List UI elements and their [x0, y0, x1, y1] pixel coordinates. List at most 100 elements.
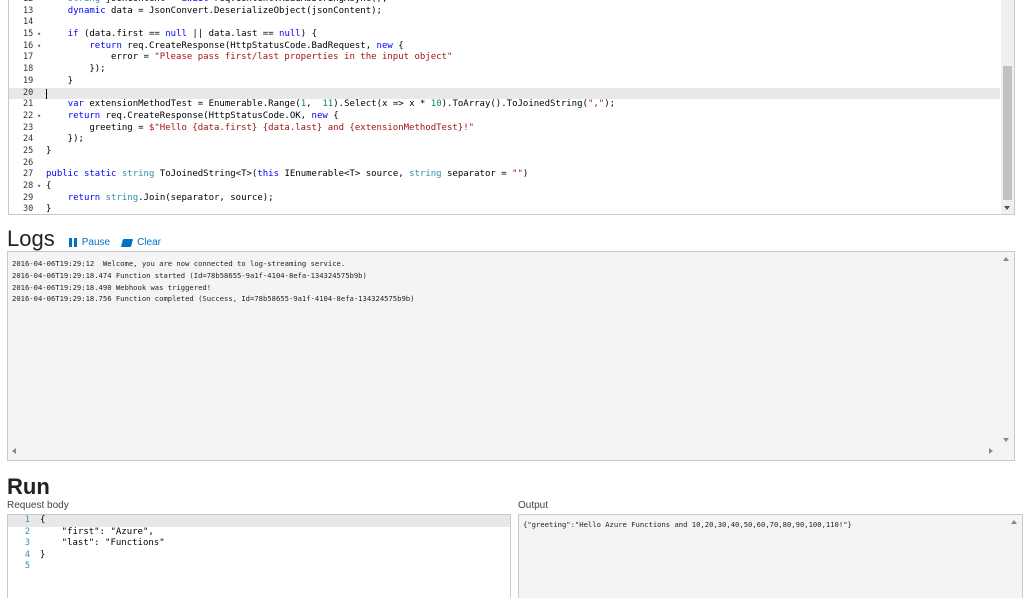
line-number: 2 — [24, 526, 30, 537]
request-line[interactable]: 4} — [8, 550, 510, 562]
code-text: } — [46, 204, 52, 215]
code-text: dynamic data = JsonConvert.DeserializeOb… — [67, 5, 382, 16]
scroll-left-arrow-icon[interactable] — [12, 448, 16, 454]
code-text: public static string ToJoinedString<T>(t… — [46, 169, 529, 180]
request-line[interactable]: 2 "first": "Azure", — [8, 527, 510, 539]
code-line[interactable]: 30} — [9, 204, 1000, 215]
line-number: 17 — [23, 52, 34, 63]
code-line[interactable]: 20 — [9, 87, 1000, 100]
code-text: } — [46, 145, 52, 156]
code-line[interactable]: 16 ▾ return req.CreateResponse(HttpStatus… — [9, 41, 1000, 53]
code-text: greeting = $"Hello {data.first} {data.la… — [46, 122, 475, 133]
fold-toggle-icon[interactable]: ▾ — [37, 111, 41, 123]
eraser-icon — [121, 238, 134, 247]
line-number: 25 — [23, 145, 34, 156]
code-text: }); — [46, 64, 106, 75]
fold-toggle-icon[interactable]: ▾ — [37, 29, 41, 41]
line-number: 3 — [24, 538, 30, 549]
code-line[interactable]: 18 }); — [9, 64, 1000, 76]
output-label: Output — [518, 500, 549, 511]
code-line[interactable]: 24 }); — [9, 134, 1000, 146]
code-line[interactable]: 13 dynamic data = JsonConvert.Deserializ… — [9, 6, 1000, 18]
line-number: 4 — [24, 549, 30, 560]
code-line[interactable]: 29 return string.Join(separator, source)… — [9, 193, 1000, 205]
code-line[interactable]: 26 — [9, 158, 1000, 170]
line-number: 29 — [23, 192, 34, 203]
text-cursor — [46, 88, 47, 99]
line-number: 16 ▾ — [23, 40, 42, 53]
scroll-up-arrow-icon[interactable] — [1011, 520, 1017, 524]
output-panel: {"greeting":"Hello Azure Functions and 1… — [518, 514, 1023, 598]
request-line[interactable]: 1{ — [8, 515, 510, 527]
request-text: "last": "Functions" — [40, 538, 165, 549]
code-text: error = "Please pass first/last properti… — [46, 52, 453, 63]
log-stream-panel[interactable]: 2016-04-06T19:29:12 Welcome, you are now… — [7, 251, 1015, 461]
log-entry: 2016-04-06T19:29:18.474 Function started… — [12, 270, 367, 280]
log-entry: 2016-04-06T19:29:12 Welcome, you are now… — [12, 259, 346, 268]
code-line[interactable]: 25} — [9, 146, 1000, 158]
line-number: 14 — [23, 17, 34, 28]
code-text: return string.Join(separator, source); — [67, 192, 274, 203]
request-body-label: Request body — [7, 500, 69, 511]
code-line[interactable]: 27 public static string ToJoinedString<T>… — [9, 169, 1000, 181]
line-number: 15 ▾ — [23, 29, 42, 41]
log-entries: 2016-04-06T19:29:12 Welcome, you are now… — [12, 258, 414, 305]
line-number: 27 — [23, 169, 34, 180]
clear-label: Clear — [137, 237, 161, 248]
request-text: } — [40, 549, 46, 560]
pause-icon — [68, 238, 77, 247]
line-number: 22 ▾ — [23, 110, 42, 123]
line-number: 1 — [24, 515, 30, 525]
line-number: 26 — [23, 157, 34, 168]
code-line[interactable]: 19 } — [9, 76, 1000, 88]
line-number: 30 — [23, 204, 34, 215]
pause-button[interactable]: Pause — [68, 237, 111, 248]
line-number: 5 — [24, 561, 30, 572]
scroll-down-arrow-icon[interactable] — [1004, 206, 1010, 210]
code-line[interactable]: 17 error = "Please pass first/last prope… — [9, 52, 1000, 64]
code-text: }); — [46, 134, 84, 145]
editor-scroll-thumb[interactable] — [1003, 66, 1012, 200]
code-line[interactable]: 21 var extensionMethodTest = Enumerable.… — [9, 99, 1000, 111]
log-entry: 2016-04-06T19:29:18.490 Webhook was trig… — [12, 282, 212, 292]
code-text: return req.CreateResponse(HttpStatusCode… — [67, 110, 339, 121]
pause-label: Pause — [81, 237, 111, 248]
scroll-up-arrow-icon[interactable] — [1003, 257, 1009, 261]
logs-header: Logs Pause Clear — [7, 225, 161, 251]
line-number: 18 — [23, 64, 34, 75]
request-text: { — [40, 515, 46, 525]
code-line[interactable]: 23 greeting = $"Hello {data.first} {data… — [9, 123, 1000, 135]
line-number: 23 — [23, 122, 34, 133]
request-text: "first": "Azure", — [40, 526, 154, 537]
line-number: 28 ▾ — [23, 181, 42, 193]
line-number: 13 — [23, 5, 34, 16]
code-editor[interactable]: 12 string jsonContent = await req.Conten… — [8, 0, 1015, 215]
code-line[interactable]: 28 ▾ { — [9, 181, 1000, 193]
code-line[interactable]: 14 — [9, 17, 1000, 29]
code-line[interactable]: 15 ▾ if (data.first == null || data.last … — [9, 29, 1000, 41]
line-number: 24 — [23, 134, 34, 145]
request-line[interactable]: 5 — [8, 561, 510, 573]
request-body-editor[interactable]: 1{2 "first": "Azure", 3 "last": "Function… — [7, 514, 511, 598]
code-text: if (data.first == null || data.last == n… — [67, 29, 317, 40]
line-number: 20 — [23, 87, 34, 98]
output-text: {"greeting":"Hello Azure Functions and 1… — [523, 520, 852, 529]
run-title: Run — [7, 474, 50, 499]
code-text: { — [46, 181, 52, 191]
fold-toggle-icon[interactable]: ▾ — [37, 181, 41, 193]
code-text: return req.CreateResponse(HttpStatusCode… — [89, 40, 404, 51]
editor-vertical-scrollbar[interactable] — [1001, 0, 1014, 214]
line-number: 19 — [23, 75, 34, 86]
request-line[interactable]: 3 "last": "Functions" — [8, 538, 510, 550]
fold-toggle-icon[interactable]: ▾ — [37, 41, 41, 53]
code-lines[interactable]: 12 string jsonContent = await req.Conten… — [9, 0, 1000, 215]
code-text: } — [46, 75, 74, 86]
clear-button[interactable]: Clear — [121, 237, 161, 248]
line-number: 21 — [23, 99, 34, 110]
scroll-right-arrow-icon[interactable] — [989, 448, 993, 454]
code-text: var extensionMethodTest = Enumerable.Ran… — [67, 99, 616, 110]
scroll-down-arrow-icon[interactable] — [1003, 438, 1009, 442]
logs-title: Logs — [7, 226, 55, 251]
log-entry: 2016-04-06T19:29:18.756 Function complet… — [12, 294, 415, 304]
code-line[interactable]: 22 ▾ return req.CreateResponse(HttpStatus… — [9, 111, 1000, 123]
